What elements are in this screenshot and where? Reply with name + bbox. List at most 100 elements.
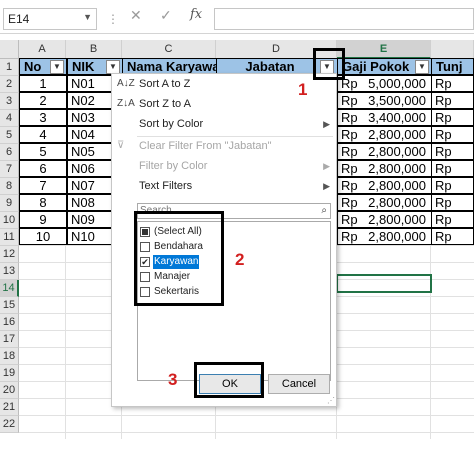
- filter-dropdown-icon[interactable]: ▼: [106, 60, 120, 74]
- name-box-value: E14: [8, 12, 30, 26]
- row-header-3[interactable]: 3: [0, 93, 19, 110]
- header-gaji: Gaji Pokok ▼: [337, 58, 432, 75]
- cell-tunj[interactable]: Rp: [431, 92, 474, 109]
- filter-dropdown-icon[interactable]: ▼: [50, 60, 64, 74]
- cell-no[interactable]: 6: [19, 160, 67, 177]
- row-header-7[interactable]: 7: [0, 161, 19, 178]
- row-header-19[interactable]: 19: [0, 365, 19, 382]
- cell-gaji[interactable]: 2,800,000: [352, 160, 430, 177]
- column-header-a[interactable]: A: [19, 40, 66, 59]
- text-filters-label: Text Filters: [139, 180, 193, 192]
- cell-tunj[interactable]: Rp: [431, 109, 474, 126]
- cell-no[interactable]: 8: [19, 194, 67, 211]
- cell-tunj[interactable]: Rp: [431, 177, 474, 194]
- row-header-18[interactable]: 18: [0, 348, 19, 365]
- row-header-22[interactable]: 22: [0, 416, 19, 433]
- formula-input[interactable]: [214, 8, 474, 30]
- drag-handle-icon[interactable]: ⋮: [107, 12, 119, 26]
- resize-grip-icon[interactable]: ⋰: [327, 396, 335, 405]
- formula-bar: E14 ▼ ⋮ ✕ ✓ fx: [0, 0, 474, 34]
- function-icon[interactable]: fx: [190, 7, 202, 22]
- filter-dropdown-icon[interactable]: ▼: [415, 60, 429, 74]
- cell-gaji[interactable]: 3,500,000: [352, 92, 430, 109]
- search-icon: ⌕: [321, 205, 327, 216]
- sort-za-label: Sort Z to A: [139, 98, 191, 110]
- row-header-1[interactable]: 1: [0, 59, 19, 76]
- cell-gaji[interactable]: 2,800,000: [352, 228, 430, 245]
- annotation-step-3: 3: [168, 370, 178, 389]
- name-box[interactable]: E14 ▼: [3, 8, 97, 30]
- cell-no[interactable]: 9: [19, 211, 67, 228]
- cell-no[interactable]: 3: [19, 109, 67, 126]
- sort-az-icon: A↓Z: [117, 78, 135, 89]
- header-tunj-label: Tunj: [436, 59, 463, 74]
- cell-tunj[interactable]: Rp: [431, 126, 474, 143]
- row-header-10[interactable]: 10: [0, 212, 19, 229]
- column-header-e[interactable]: E: [337, 40, 431, 59]
- cancel-button[interactable]: Cancel: [268, 374, 330, 394]
- menu-item-sort-by-color[interactable]: Sort by Color ▶: [112, 114, 336, 134]
- chevron-right-icon: ▶: [323, 161, 330, 171]
- header-tunj: Tunj: [431, 58, 474, 75]
- row-header-14[interactable]: 14: [0, 280, 19, 297]
- header-no-label: No: [24, 59, 42, 74]
- select-all-corner[interactable]: [0, 40, 19, 59]
- header-no: No ▼: [19, 58, 67, 75]
- header-gaji-label: Gaji Pokok: [342, 59, 410, 74]
- annotation-box-ok: [194, 362, 264, 398]
- row-header-21[interactable]: 21: [0, 399, 19, 416]
- row-header-15[interactable]: 15: [0, 297, 19, 314]
- cell-tunj[interactable]: Rp: [431, 194, 474, 211]
- cancel-icon[interactable]: ✕: [130, 7, 142, 24]
- menu-item-text-filters[interactable]: Text Filters ▶: [112, 176, 336, 196]
- cell-gaji[interactable]: 2,800,000: [352, 194, 430, 211]
- cell-no[interactable]: 5: [19, 143, 67, 160]
- sort-by-color-label: Sort by Color: [139, 118, 204, 130]
- cell-gaji[interactable]: 2,800,000: [352, 126, 430, 143]
- cell-no[interactable]: 1: [19, 75, 67, 92]
- row-header-17[interactable]: 17: [0, 331, 19, 348]
- cell-gaji[interactable]: 3,400,000: [352, 109, 430, 126]
- row-header-13[interactable]: 13: [0, 263, 19, 280]
- column-header-f[interactable]: [431, 40, 474, 59]
- sort-az-label: Sort A to Z: [139, 78, 191, 90]
- row-header-5[interactable]: 5: [0, 127, 19, 144]
- row-header-16[interactable]: 16: [0, 314, 19, 331]
- cell-gaji[interactable]: 5,000,000: [352, 75, 430, 92]
- cell-tunj[interactable]: Rp: [431, 211, 474, 228]
- row-header-20[interactable]: 20: [0, 382, 19, 399]
- active-cell-e14[interactable]: [336, 274, 432, 293]
- cell-tunj[interactable]: Rp: [431, 160, 474, 177]
- cell-tunj[interactable]: Rp: [431, 143, 474, 160]
- cell-no[interactable]: 7: [19, 177, 67, 194]
- header-jabatan-label: Jabatan: [245, 59, 295, 74]
- row-header-12[interactable]: 12: [0, 246, 19, 263]
- column-header-c[interactable]: C: [122, 40, 216, 59]
- enter-icon[interactable]: ✓: [160, 7, 172, 24]
- cell-tunj[interactable]: Rp: [431, 75, 474, 92]
- row-header-2[interactable]: 2: [0, 76, 19, 93]
- annotation-step-2: 2: [235, 250, 245, 269]
- row-header-9[interactable]: 9: [0, 195, 19, 212]
- annotation-box-list: [134, 211, 224, 306]
- cell-no[interactable]: 2: [19, 92, 67, 109]
- annotation-step-1: 1: [298, 80, 308, 99]
- column-header-b[interactable]: B: [66, 40, 122, 59]
- row-header-8[interactable]: 8: [0, 178, 19, 195]
- cell-gaji[interactable]: 2,800,000: [352, 177, 430, 194]
- cell-gaji[interactable]: 2,800,000: [352, 143, 430, 160]
- cell-tunj[interactable]: Rp: [431, 228, 474, 245]
- menu-item-clear-filter[interactable]: ⊽ Clear Filter From "Jabatan": [112, 136, 336, 156]
- chevron-down-icon[interactable]: ▼: [83, 12, 92, 22]
- row-header-4[interactable]: 4: [0, 110, 19, 127]
- cell-no[interactable]: 10: [19, 228, 67, 245]
- row-header-6[interactable]: 6: [0, 144, 19, 161]
- cell-gaji[interactable]: 2,800,000: [352, 211, 430, 228]
- filter-by-color-label: Filter by Color: [139, 160, 208, 172]
- chevron-right-icon: ▶: [323, 119, 330, 129]
- menu-item-filter-by-color[interactable]: Filter by Color ▶: [112, 156, 336, 176]
- row-header-11[interactable]: 11: [0, 229, 19, 246]
- clear-filter-label: Clear Filter From "Jabatan": [139, 140, 272, 152]
- chevron-right-icon: ▶: [323, 181, 330, 191]
- cell-no[interactable]: 4: [19, 126, 67, 143]
